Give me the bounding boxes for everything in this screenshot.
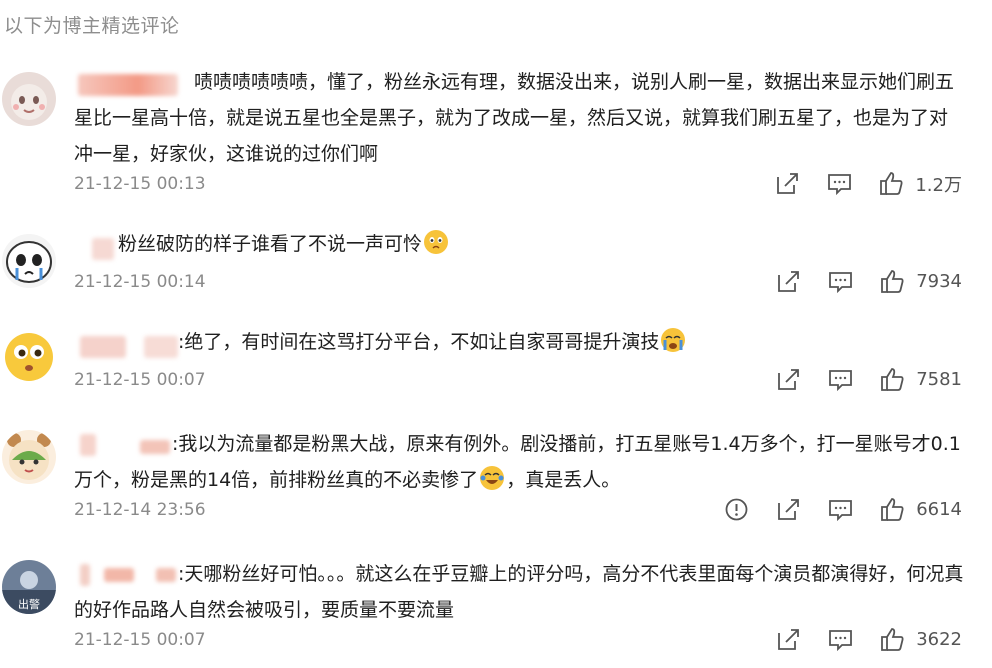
- comment-time: 21-12-15 00:14: [74, 272, 206, 292]
- user-avatar[interactable]: [2, 234, 56, 288]
- like-count: 7581: [916, 369, 962, 390]
- share-icon: [778, 369, 800, 390]
- like-button[interactable]: 6614: [879, 496, 962, 523]
- comment-text: :绝了，有时间在这骂打分平台，不如让自家哥哥提升演技: [74, 324, 964, 360]
- reply-button[interactable]: [827, 268, 854, 295]
- comment-text: :我以为流量都是粉黑大战，原来有例外。剧没播前，打五星账号1.4万多个，打一星账…: [74, 433, 961, 491]
- like-button[interactable]: 7581: [879, 366, 962, 393]
- avatar-image: 出警: [2, 560, 56, 614]
- comment-icon: [829, 370, 853, 392]
- avatar-image: [2, 72, 56, 126]
- thumbs-up-icon: [880, 172, 903, 195]
- reply-button[interactable]: [827, 626, 854, 653]
- share-icon: [777, 173, 799, 194]
- avatar-image: [2, 234, 56, 288]
- avatar-image: [2, 430, 56, 484]
- share-button[interactable]: [774, 170, 801, 197]
- crying-emoji-icon: [661, 328, 686, 352]
- comment-icon: [829, 272, 853, 294]
- report-button[interactable]: [723, 496, 750, 523]
- warning-icon: [725, 498, 748, 521]
- like-button[interactable]: 1.2万: [878, 170, 962, 197]
- like-count: 1.2万: [915, 174, 962, 196]
- reply-button[interactable]: [827, 496, 854, 523]
- share-button[interactable]: [775, 366, 802, 393]
- comment-actions: 6614: [698, 496, 962, 523]
- comment-icon: [829, 500, 853, 522]
- thumbs-up-icon: [881, 628, 904, 651]
- reply-button[interactable]: [826, 170, 853, 197]
- avatar-caption: 出警: [18, 597, 40, 611]
- share-icon: [778, 271, 800, 292]
- like-count: 6614: [916, 499, 962, 520]
- share-button[interactable]: [775, 626, 802, 653]
- comment-text: 啧啧啧啧啧啧，懂了，粉丝永远有理，数据没出来，说别人刷一星，数据出来显示她们刷五…: [74, 71, 955, 165]
- like-count: 3622: [916, 629, 962, 650]
- comment-text: :天哪粉丝好可怕。。。就这么在乎豆瓣上的评分吗，高分不代表里面每个演员都演得好，…: [74, 563, 964, 621]
- comment-actions: 7934: [750, 268, 962, 295]
- like-button[interactable]: 7934: [879, 268, 962, 295]
- user-avatar[interactable]: [2, 72, 56, 126]
- comment-icon: [828, 174, 852, 196]
- comment-icon: [829, 630, 853, 652]
- thumbs-up-icon: [881, 368, 904, 391]
- user-avatar[interactable]: [2, 330, 56, 384]
- comment-time: 21-12-15 00:13: [74, 174, 206, 194]
- section-title: 以下为博主精选评论: [4, 15, 180, 37]
- reply-button[interactable]: [827, 366, 854, 393]
- thumbs-up-icon: [881, 270, 904, 293]
- like-button[interactable]: 3622: [879, 626, 962, 653]
- laughing-crying-emoji-icon: [480, 466, 505, 490]
- user-avatar[interactable]: [2, 430, 56, 484]
- thumbs-up-icon: [881, 498, 904, 521]
- avatar-image: [2, 330, 56, 384]
- comment-time: 21-12-14 23:56: [74, 500, 206, 520]
- share-icon: [778, 499, 800, 520]
- comment-actions: 1.2万: [749, 170, 962, 197]
- crying-emoji-icon: [424, 230, 449, 254]
- share-icon: [778, 629, 800, 650]
- comment-actions: 3622: [750, 626, 962, 653]
- comment-time: 21-12-15 00:07: [74, 630, 206, 650]
- comment-text: 粉丝破防的样子谁看了不说一声可怜: [74, 226, 964, 262]
- share-button[interactable]: [775, 496, 802, 523]
- user-avatar[interactable]: 出警: [2, 560, 56, 614]
- share-button[interactable]: [775, 268, 802, 295]
- comment-actions: 7581: [750, 366, 962, 393]
- like-count: 7934: [916, 271, 962, 292]
- comment-time: 21-12-15 00:07: [74, 370, 206, 390]
